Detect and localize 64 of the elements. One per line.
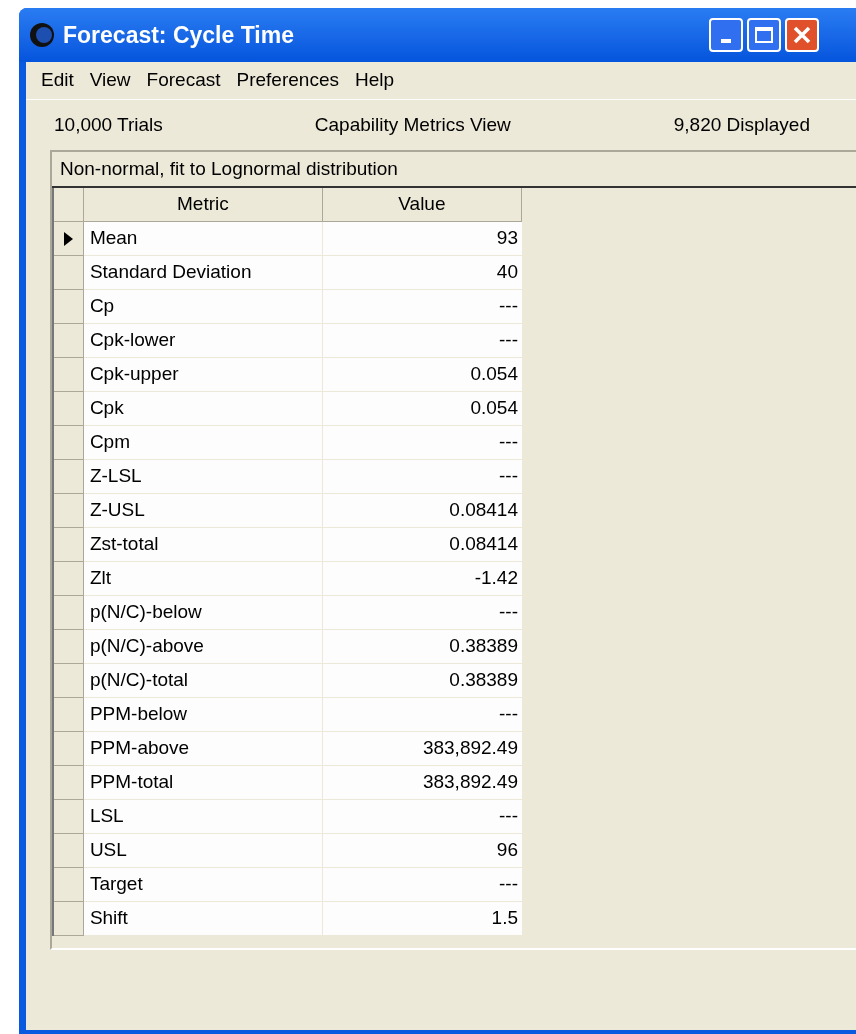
table-cell: Cp: [83, 290, 323, 324]
table-cell: Zlt: [83, 562, 323, 596]
menu-item[interactable]: Forecast: [141, 66, 226, 95]
close-icon: [793, 26, 811, 44]
table-cell: 0.08414: [322, 528, 522, 562]
maximize-icon: [755, 27, 773, 43]
table-cell: Cpm: [83, 426, 323, 460]
table-cell: Mean: [83, 222, 323, 256]
table-cell: p(N/C)-below: [83, 596, 323, 630]
table-cell: 0.38389: [322, 630, 522, 664]
table-cell: Target: [83, 868, 323, 902]
table-cell: ---: [322, 460, 522, 494]
table-cell: Zst-total: [83, 528, 323, 562]
table-cell: PPM-above: [83, 732, 323, 766]
table-cell: ---: [322, 290, 522, 324]
table-cell: Shift: [83, 902, 323, 936]
table-cell: Z-USL: [83, 494, 323, 528]
table-cell: Z-LSL: [83, 460, 323, 494]
table-cell: ---: [322, 426, 522, 460]
table-cell: ---: [322, 800, 522, 834]
panel-caption: Non-normal, fit to Lognormal distribution: [60, 156, 398, 181]
menu-item[interactable]: View: [84, 66, 136, 95]
table-cell: 383,892.49: [322, 732, 522, 766]
trials-count: 10,000 Trials: [54, 112, 163, 137]
column-header[interactable]: Value: [322, 188, 522, 222]
table-cell: PPM-below: [83, 698, 323, 732]
current-row-icon: [63, 231, 73, 246]
table-cell: Cpk-lower: [83, 324, 323, 358]
row-header[interactable]: [54, 222, 84, 256]
table-cell: ---: [322, 596, 522, 630]
app-logo-icon: [29, 22, 55, 48]
table-cell: ---: [322, 698, 522, 732]
window-title: Forecast: Cycle Time: [63, 20, 294, 50]
table-cell: USL: [83, 834, 323, 868]
table-cell: ---: [322, 324, 522, 358]
displayed-count: 9,820 Displayed: [673, 112, 810, 137]
menu-item[interactable]: Preferences: [231, 66, 344, 95]
maximize-button[interactable]: [747, 18, 781, 52]
menu-item[interactable]: Edit: [36, 66, 79, 95]
table-cell: Standard Deviation: [83, 256, 323, 290]
table-cell: 96: [322, 834, 522, 868]
table-cell: 0.054: [322, 358, 522, 392]
table-cell: p(N/C)-above: [83, 630, 323, 664]
menu-item[interactable]: Help: [349, 66, 400, 95]
table-cell: LSL: [83, 800, 323, 834]
table-cell: 0.38389: [322, 664, 522, 698]
table-cell: p(N/C)-total: [83, 664, 323, 698]
table-cell: 0.08414: [322, 494, 522, 528]
view-name: Capability Metrics View: [314, 112, 511, 137]
close-button[interactable]: [785, 18, 819, 52]
table-cell: Cpk-upper: [83, 358, 323, 392]
table-cell: ---: [322, 868, 522, 902]
table-cell: Cpk: [83, 392, 323, 426]
table-cell: 40: [322, 256, 522, 290]
minimize-icon: [721, 39, 731, 43]
table-cell: -1.42: [322, 562, 522, 596]
table-cell: 93: [322, 222, 522, 256]
table-cell: PPM-total: [83, 766, 323, 800]
minimize-button[interactable]: [709, 18, 743, 52]
table-cell: 1.5: [322, 902, 522, 936]
table-cell: 383,892.49: [322, 766, 522, 800]
corner-cell: [54, 188, 84, 222]
table-cell: 0.054: [322, 392, 522, 426]
column-header[interactable]: Metric: [83, 188, 323, 222]
